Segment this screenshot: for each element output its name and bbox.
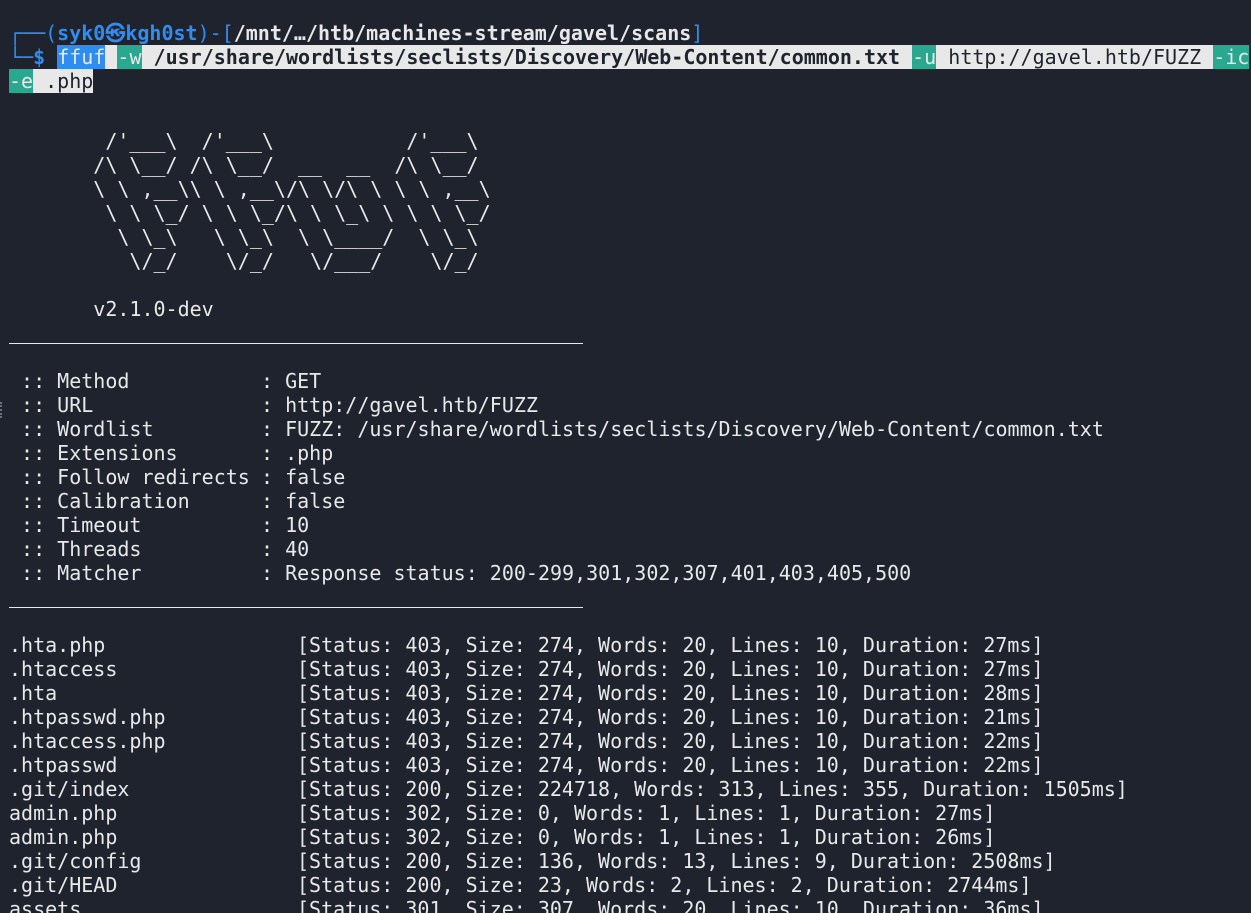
results-list: .hta.php [Status: 403, Size: 274, Words: … bbox=[9, 633, 1251, 913]
prompt-line-top: ┌──(syk0㉿kgh0st)-[/mnt/…/htb/machines-st… bbox=[9, 21, 1251, 45]
config-row: :: Timeout: 10 bbox=[9, 513, 310, 537]
config-row: :: Extensions: .php bbox=[9, 441, 334, 465]
flag-ic: -ic bbox=[1213, 45, 1250, 69]
ffuf-banner: /'___\ /'___\ /'___\ /\ \__/ /\ \__/ __ … bbox=[9, 129, 1251, 273]
url-arg: http://gavel.htb/FUZZ bbox=[948, 45, 1202, 69]
command-line[interactable]: └─$ ffuf -w /usr/share/wordlists/seclist… bbox=[9, 45, 1251, 69]
banner-line: \/_/ \/_/ \/___/ \/_/ bbox=[9, 249, 479, 273]
banner-line: /'___\ /'___\ /'___\ bbox=[9, 129, 479, 153]
command-line-wrap[interactable]: -e .php bbox=[9, 69, 1251, 93]
config-row: :: Threads: 40 bbox=[9, 537, 310, 561]
result-row: .git/HEAD [Status: 200, Size: 23, Words: … bbox=[9, 873, 1032, 897]
config-row: :: Calibration: false bbox=[9, 489, 346, 513]
result-row: .htaccess.php [Status: 403, Size: 274, Wo… bbox=[9, 729, 1044, 753]
result-row: .hta.php [Status: 403, Size: 274, Words: … bbox=[9, 633, 1044, 657]
prompt-dollar: $ bbox=[33, 45, 46, 69]
prompt-corner-top: ┌── bbox=[9, 21, 46, 45]
prompt-user-host: syk0㉿kgh0st bbox=[57, 21, 198, 45]
flag-w: -w bbox=[117, 45, 142, 69]
prompt-corner-bottom: └─ bbox=[9, 45, 34, 69]
config-row: :: Matcher: Response status: 200-299,301… bbox=[9, 561, 912, 585]
prompt-bracket-close: ] bbox=[691, 21, 704, 45]
config-row: :: Method: GET bbox=[9, 369, 322, 393]
scrollbar-grip[interactable] bbox=[0, 402, 5, 418]
result-row: .git/config [Status: 200, Size: 136, Word… bbox=[9, 849, 1056, 873]
prompt-open-paren: ( bbox=[45, 21, 58, 45]
divider-top bbox=[9, 321, 1251, 345]
banner-line: \ \ ,__\\ \ ,__\/\ \/\ \ \ \ ,__\ bbox=[9, 177, 491, 201]
result-row: admin.php [Status: 302, Size: 0, Words: 1… bbox=[9, 801, 996, 825]
banner-line: /\ \__/ /\ \__/ __ __ /\ \__/ bbox=[9, 153, 479, 177]
result-row: admin.php [Status: 302, Size: 0, Words: 1… bbox=[9, 825, 996, 849]
result-row: .htaccess [Status: 403, Size: 274, Words:… bbox=[9, 657, 1044, 681]
banner-line: \ \_\ \ \_\ \ \____/ \ \_\ bbox=[9, 225, 479, 249]
terminal-window[interactable]: ┌──(syk0㉿kgh0st)-[/mnt/…/htb/machines-st… bbox=[0, 0, 1251, 913]
result-row: .git/index [Status: 200, Size: 224718, Wo… bbox=[9, 777, 1128, 801]
banner-line: \ \ \_/ \ \ \_/\ \ \_\ \ \ \ \_/ bbox=[9, 201, 491, 225]
config-row: :: Follow redirects: false bbox=[9, 465, 346, 489]
result-row: .htpasswd.php [Status: 403, Size: 274, Wo… bbox=[9, 705, 1044, 729]
ext-arg: .php bbox=[45, 69, 94, 93]
command-name: ffuf bbox=[57, 45, 106, 69]
wordlist-arg: /usr/share/wordlists/seclists/Discovery/… bbox=[153, 45, 901, 69]
result-row: .hta [Status: 403, Size: 274, Words: 20, … bbox=[9, 681, 1044, 705]
config-list: :: Method: GET :: URL: http://gavel.htb/… bbox=[9, 369, 1251, 585]
prompt-path: /mnt/…/htb/machines-stream/gavel/scans bbox=[233, 21, 692, 45]
divider-bottom bbox=[9, 585, 1251, 609]
ffuf-version: v2.1.0-dev bbox=[9, 297, 214, 321]
flag-u: -u bbox=[912, 45, 937, 69]
result-row: .htpasswd [Status: 403, Size: 274, Words:… bbox=[9, 753, 1044, 777]
prompt-bracket-open: )-[ bbox=[197, 21, 234, 45]
config-row: :: URL: http://gavel.htb/FUZZ bbox=[9, 393, 538, 417]
result-row: assets [Status: 301, Size: 307, Words: 20… bbox=[9, 897, 1044, 913]
flag-e: -e bbox=[9, 69, 34, 93]
config-row: :: Wordlist: FUZZ: /usr/share/wordlists/… bbox=[9, 417, 1104, 441]
